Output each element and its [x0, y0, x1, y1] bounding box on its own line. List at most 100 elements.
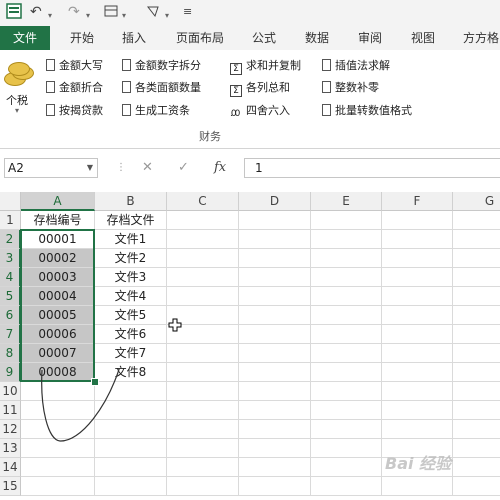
cell-a8[interactable]: 00007	[21, 344, 95, 363]
cell-b7[interactable]: 文件6	[95, 325, 167, 344]
cell-c14[interactable]	[167, 458, 239, 477]
cell-e8[interactable]	[311, 344, 382, 363]
cell-c2[interactable]	[167, 230, 239, 249]
cell-g10[interactable]	[453, 382, 500, 401]
denomination-count-button[interactable]: 各类面额数量	[122, 80, 201, 96]
cell-c11[interactable]	[167, 401, 239, 420]
cell-g12[interactable]	[453, 420, 500, 439]
payslip-button[interactable]: 生成工资条	[122, 103, 190, 119]
row-header-1[interactable]: 1	[0, 211, 21, 230]
row-header-3[interactable]: 3	[0, 249, 21, 268]
tab-review[interactable]: 审阅	[358, 26, 382, 50]
cell-e2[interactable]	[311, 230, 382, 249]
customize-icon[interactable]: ≡	[183, 4, 192, 20]
cell-d5[interactable]	[239, 287, 311, 306]
cell-f15[interactable]	[382, 477, 453, 496]
cell-g1[interactable]	[453, 211, 500, 230]
cell-g5[interactable]	[453, 287, 500, 306]
amount-digit-split-button[interactable]: 金额数字拆分	[122, 58, 201, 74]
row-header-15[interactable]: 15	[0, 477, 21, 496]
cell-f4[interactable]	[382, 268, 453, 287]
cell-a1[interactable]: 存档编号	[21, 211, 95, 230]
cell-c10[interactable]	[167, 382, 239, 401]
cell-e1[interactable]	[311, 211, 382, 230]
enter-button[interactable]: ✓	[178, 160, 189, 175]
cell-f10[interactable]	[382, 382, 453, 401]
cell-d1[interactable]	[239, 211, 311, 230]
cell-b5[interactable]: 文件4	[95, 287, 167, 306]
cell-a14[interactable]	[21, 458, 95, 477]
cell-e11[interactable]	[311, 401, 382, 420]
cell-e3[interactable]	[311, 249, 382, 268]
cell-f9[interactable]	[382, 363, 453, 382]
cell-c5[interactable]	[167, 287, 239, 306]
cell-b3[interactable]: 文件2	[95, 249, 167, 268]
tab-file[interactable]: 文件	[0, 26, 50, 50]
tab-view[interactable]: 视图	[411, 26, 435, 50]
cell-a7[interactable]: 00006	[21, 325, 95, 344]
row-header-9[interactable]: 9	[0, 363, 21, 382]
name-box[interactable]: A2 ▼	[4, 158, 98, 178]
tab-insert[interactable]: 插入	[122, 26, 146, 50]
cell-f8[interactable]	[382, 344, 453, 363]
cell-c8[interactable]	[167, 344, 239, 363]
excel-window-icon[interactable]	[6, 3, 22, 23]
cell-d7[interactable]	[239, 325, 311, 344]
tab-page-layout[interactable]: 页面布局	[176, 26, 224, 50]
cell-g7[interactable]	[453, 325, 500, 344]
cell-a3[interactable]: 00002	[21, 249, 95, 268]
cell-e15[interactable]	[311, 477, 382, 496]
zero-pad-button[interactable]: 整数补零	[322, 80, 379, 96]
column-header-d[interactable]: D	[239, 192, 311, 211]
touch-mode-icon[interactable]	[146, 4, 162, 22]
cell-f11[interactable]	[382, 401, 453, 420]
cell-d6[interactable]	[239, 306, 311, 325]
cell-c15[interactable]	[167, 477, 239, 496]
cell-c9[interactable]	[167, 363, 239, 382]
formula-input[interactable]: 1	[244, 158, 500, 178]
cell-d11[interactable]	[239, 401, 311, 420]
cell-e7[interactable]	[311, 325, 382, 344]
cell-a5[interactable]: 00004	[21, 287, 95, 306]
row-header-13[interactable]: 13	[0, 439, 21, 458]
coins-icon[interactable]	[4, 62, 34, 88]
cell-e4[interactable]	[311, 268, 382, 287]
round-half-even-button[interactable]: .00 四舍六入	[230, 103, 290, 120]
form-dropdown-icon[interactable]: ▾	[122, 8, 126, 24]
column-header-b[interactable]: B	[95, 192, 167, 211]
cell-b1[interactable]: 存档文件	[95, 211, 167, 230]
cell-f12[interactable]	[382, 420, 453, 439]
cell-d14[interactable]	[239, 458, 311, 477]
batch-to-number-button[interactable]: 批量转数值格式	[322, 103, 412, 119]
cell-d15[interactable]	[239, 477, 311, 496]
cell-d2[interactable]	[239, 230, 311, 249]
cell-e5[interactable]	[311, 287, 382, 306]
cell-b14[interactable]	[95, 458, 167, 477]
chevron-down-icon[interactable]: ▼	[87, 159, 93, 177]
column-header-a[interactable]: A	[21, 192, 95, 211]
insert-function-button[interactable]: fx	[214, 160, 226, 175]
cell-a2[interactable]: 00001	[21, 230, 95, 249]
cell-c1[interactable]	[167, 211, 239, 230]
cell-a15[interactable]	[21, 477, 95, 496]
redo-icon[interactable]: ↷	[68, 4, 80, 20]
cell-g4[interactable]	[453, 268, 500, 287]
cell-e6[interactable]	[311, 306, 382, 325]
mortgage-button[interactable]: 按揭贷款	[46, 103, 103, 119]
cell-f7[interactable]	[382, 325, 453, 344]
cell-f5[interactable]	[382, 287, 453, 306]
cell-b2[interactable]: 文件1	[95, 230, 167, 249]
touch-dropdown-icon[interactable]: ▾	[165, 8, 169, 24]
cell-g8[interactable]	[453, 344, 500, 363]
cell-f3[interactable]	[382, 249, 453, 268]
cell-g11[interactable]	[453, 401, 500, 420]
cell-c3[interactable]	[167, 249, 239, 268]
cell-e14[interactable]	[311, 458, 382, 477]
row-header-10[interactable]: 10	[0, 382, 21, 401]
tab-fangfangge[interactable]: 方方格	[463, 26, 499, 50]
amount-convert-button[interactable]: 金额折合	[46, 80, 103, 96]
cell-d3[interactable]	[239, 249, 311, 268]
cell-c4[interactable]	[167, 268, 239, 287]
row-header-11[interactable]: 11	[0, 401, 21, 420]
cell-c12[interactable]	[167, 420, 239, 439]
